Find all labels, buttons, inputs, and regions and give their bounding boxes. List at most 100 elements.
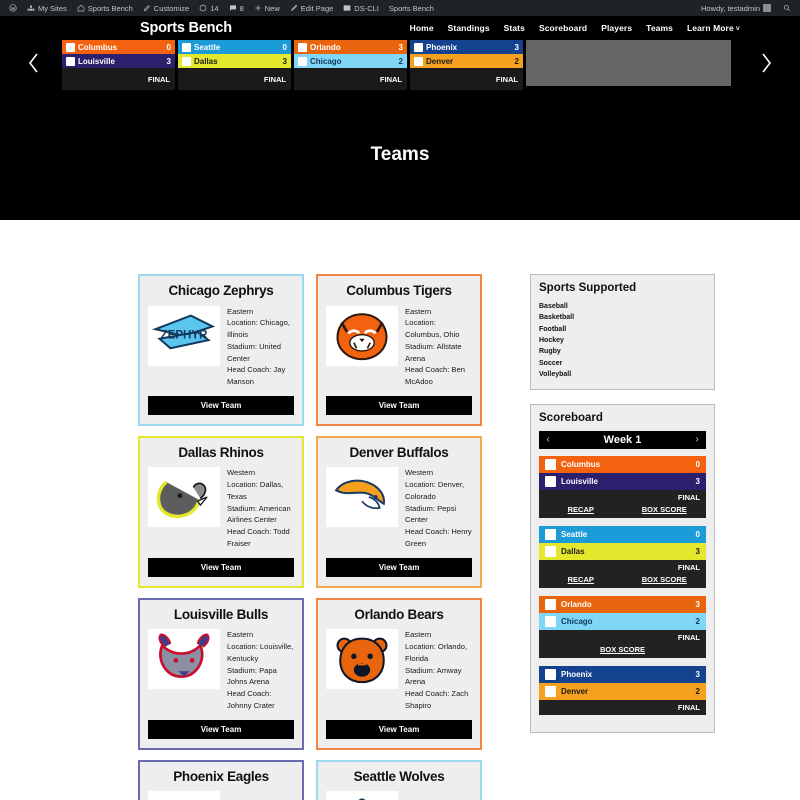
ticker-empty-slot (526, 40, 731, 86)
nav-item-teams[interactable]: Teams (646, 23, 673, 33)
ticker-away-name: Orlando (310, 42, 341, 52)
scoreboard-away-row: Columbus 0 (539, 456, 706, 474)
adminbar-wordpress-logo[interactable] (4, 0, 22, 16)
team-card[interactable]: Seattle Wolves View Team (316, 759, 482, 800)
rhino-logo (148, 467, 220, 528)
team-card[interactable]: Denver Buffalos Western Location: Denver… (316, 435, 482, 588)
view-team-button[interactable]: View Team (148, 395, 294, 415)
chevron-left-icon[interactable]: ‹ (539, 435, 557, 445)
eagle-logo (148, 791, 220, 800)
nav-item-stats[interactable]: Stats (504, 23, 525, 33)
scoreboard-links: BOX SCORE (539, 645, 706, 659)
box-score-link[interactable]: BOX SCORE (623, 575, 707, 584)
adminbar-new-content[interactable]: New (249, 0, 285, 16)
ticker-away-score: 3 (398, 42, 403, 52)
ticker-prev-button[interactable] (6, 51, 62, 79)
scoreboard-away-row: Phoenix 3 (539, 666, 706, 684)
scoreboard-away-name: Orlando (561, 600, 592, 610)
sports-supported-title: Sports Supported (539, 282, 637, 294)
ticker-status: FINAL (294, 68, 407, 90)
nav-item-scoreboard[interactable]: Scoreboard (539, 23, 587, 33)
scoreboard-game[interactable]: Phoenix 3 Denver 2 FINAL (539, 666, 706, 716)
team-stadium: Stadium: Papa Johns Arena (227, 665, 277, 687)
adminbar-customize-label: Customize (153, 3, 190, 13)
team-meta: Western Location: Denver, Colorado Stadi… (405, 467, 472, 549)
adminbar-my-sites[interactable]: My Sites (22, 0, 72, 16)
team-body (148, 791, 294, 800)
scoreboard-game[interactable]: Columbus 0 Louisville 3 FINAL RECAP BOX … (539, 456, 707, 519)
adminbar-site-name[interactable]: Sports Bench (72, 0, 138, 16)
scoreboard-home-name: Louisville (561, 477, 598, 487)
team-card[interactable]: Dallas Rhinos Western Location: Dallas, … (138, 435, 304, 588)
chevron-right-icon[interactable]: › (688, 435, 706, 445)
ticker-home-name: Louisville (78, 56, 115, 66)
view-team-button[interactable]: View Team (148, 557, 294, 577)
adminbar-search-button[interactable] (778, 0, 796, 16)
nav-item-standings[interactable]: Standings (448, 23, 490, 33)
team-card[interactable]: Phoenix Eagles View Team (138, 759, 304, 800)
wolf-logo (545, 529, 556, 541)
box-score-link[interactable]: BOX SCORE (600, 645, 645, 654)
ticker-home-score: 3 (166, 56, 171, 66)
scoreboard-game[interactable]: Seattle 0 Dallas 3 FINAL RECAP BOX SCORE (539, 526, 707, 589)
view-team-button[interactable]: View Team (148, 719, 294, 739)
ticker-track[interactable]: Columbus 0 Louisville 3 FINAL Seattle 0 (62, 40, 738, 90)
comments-icon (229, 4, 237, 12)
ticker-game[interactable]: Orlando 3 Chicago 2 FINAL (294, 40, 407, 90)
ticker-next-button[interactable] (738, 51, 794, 79)
team-card[interactable]: Orlando Bears Eastern Location: Orlando,… (316, 597, 482, 750)
week-label: Week 1 (603, 434, 642, 447)
site-brand[interactable]: Sports Bench (140, 20, 232, 36)
team-card[interactable]: Chicago Zephrys ZEPHYR Eastern Location:… (138, 274, 304, 426)
zephyr-logo: ZEPHYR (148, 305, 220, 366)
page-title: Teams (370, 144, 430, 165)
ticker-game[interactable]: Seattle 0 Dallas 3 FINAL (178, 40, 291, 90)
nav-item-learn-more[interactable]: Learn More ˅ (687, 23, 740, 33)
recap-link[interactable]: RECAP (539, 505, 623, 514)
view-team-button[interactable]: View Team (326, 395, 472, 415)
scoreboard-status: FINAL (539, 630, 706, 646)
search-icon (783, 4, 791, 12)
nav-item-players[interactable]: Players (601, 23, 632, 33)
ticker-game[interactable]: Phoenix 3 Denver 2 FINAL (410, 40, 523, 90)
view-team-button[interactable]: View Team (326, 719, 472, 739)
team-location: Location: Orlando, Florida (405, 642, 468, 663)
adminbar-customize[interactable]: Customize (138, 0, 194, 16)
wolf-logo (182, 42, 191, 52)
ticker-home-row: Louisville 3 (62, 54, 175, 68)
team-division: Western (405, 468, 434, 478)
score-ticker: Columbus 0 Louisville 3 FINAL Seattle 0 (0, 40, 800, 90)
team-division: Western (227, 468, 256, 478)
scoreboard-away-name: Seattle (561, 530, 588, 540)
team-card[interactable]: Louisville Bulls Eastern Location: Louis… (138, 597, 304, 750)
scoreboard-home-row: Louisville 3 (539, 473, 706, 491)
nav-item-home[interactable]: Home (410, 23, 434, 33)
adminbar-sports-bench[interactable]: Sports Bench (384, 0, 439, 16)
ticker-home-score: 2 (398, 56, 403, 66)
adminbar-new-label: New (264, 3, 280, 13)
team-location: Location: Dallas, Texas (227, 480, 284, 501)
adminbar-comments[interactable]: 8 (224, 0, 249, 16)
bull-logo (66, 56, 75, 66)
recap-link[interactable]: RECAP (539, 575, 623, 584)
adminbar-updates[interactable]: 14 (194, 0, 223, 16)
team-card[interactable]: Columbus Tigers Eastern Location: Columb… (316, 274, 482, 426)
team-name: Dallas Rhinos (178, 444, 264, 460)
box-score-link[interactable]: BOX SCORE (623, 505, 707, 514)
adminbar-account[interactable]: Howdy, testadmin (696, 0, 776, 16)
adminbar-ds-cli[interactable]: DS-CLI (338, 0, 384, 16)
bull-logo (545, 476, 556, 488)
sites-icon (27, 4, 35, 12)
buffalo-logo (545, 686, 556, 698)
adminbar-edit-page[interactable]: Edit Page (285, 0, 339, 16)
ticker-home-name: Denver (426, 56, 454, 66)
rhino-logo (182, 56, 191, 66)
ticker-game[interactable]: Columbus 0 Louisville 3 FINAL (62, 40, 175, 90)
wolf-logo (326, 791, 398, 800)
team-meta: Western Location: Dallas, Texas Stadium:… (227, 467, 294, 549)
view-team-button[interactable]: View Team (326, 557, 472, 577)
wp-admin-bar: My Sites Sports Bench Customize 14 8 New (0, 0, 800, 16)
scoreboard-game[interactable]: Orlando 3 Chicago 2 FINAL BOX SCORE (539, 596, 706, 659)
team-name: Chicago Zephrys (168, 283, 274, 298)
tiger-logo (545, 459, 556, 471)
